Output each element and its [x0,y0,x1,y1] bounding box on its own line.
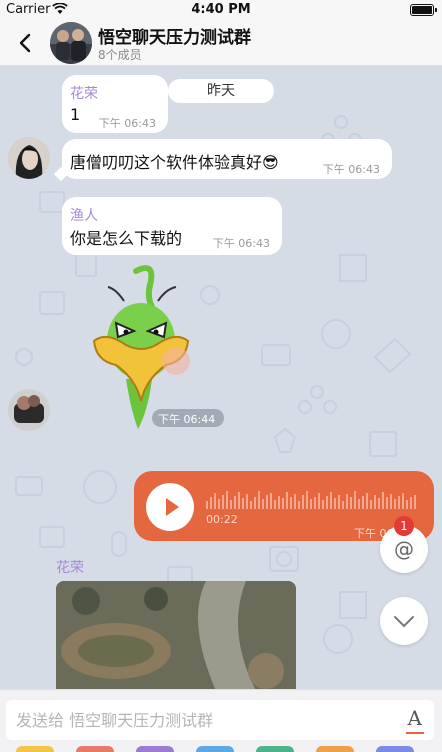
waveform-bar [374,495,376,509]
waveform-bar [394,499,396,509]
mention-count-badge: 1 [394,516,414,536]
message-text: 1 [70,105,81,124]
waveform-bar [386,497,388,509]
waveform-bar [298,501,300,509]
waveform-bar [218,499,220,509]
waveform-bar [378,498,380,509]
message-text: 唐僧叨叨这个软件体验真好😎 [70,153,279,172]
waveform-bar [262,499,264,509]
waveform-bar [326,496,328,509]
waveform-bar [286,492,288,509]
waveform-bar [294,494,296,509]
waveform-bar [242,498,244,509]
sender-name[interactable]: 花荣 [70,83,98,103]
play-icon[interactable] [146,483,194,531]
waveform-bar [238,492,240,509]
message-input[interactable] [6,700,434,740]
waveform-bar [290,497,292,509]
waveform-bar [334,498,336,509]
waveform-bar [230,500,232,509]
chevron-down-icon [394,616,414,628]
member-count: 8个成员 [98,48,142,62]
waveform-bar [322,500,324,509]
message-text: 你是怎么下载的 [70,229,183,248]
waveform-bar [382,492,384,509]
font-style-icon[interactable]: A [405,706,425,734]
waveform-bar [306,491,308,509]
message-bubble[interactable]: 渔人 你是怎么下载的 下午 06:43 [62,197,282,255]
waveform-bar [214,493,216,509]
waveform-bar [338,495,340,509]
waveform-bar [210,497,212,509]
message-time: 下午 06:43 [212,237,270,250]
waveform-bar [342,501,344,509]
waveform-bar [258,491,260,509]
sender-name[interactable]: 花荣 [56,557,84,577]
waveform-bar [362,496,364,509]
battery-icon [410,4,437,16]
waveform-bar [234,496,236,509]
waveform-bar [370,500,372,509]
waveform-bar [250,501,252,509]
toolbar-strip [0,746,442,752]
message-bubble[interactable]: 唐僧叨叨这个软件体验真好😎 下午 06:43 [62,139,392,179]
voice-duration: 00:22 [206,513,238,526]
message-list[interactable]: 花荣 1 下午 06:43 昨天 唐僧叨叨这个软件体验真好😎 下午 06:43 … [0,67,442,689]
chat-header: 悟空聊天压力测试群 8个成员 [0,20,442,66]
chat-title[interactable]: 悟空聊天压力测试群 [98,23,251,48]
avatar[interactable] [8,137,50,179]
group-avatar[interactable] [50,22,92,64]
message-time: 下午 06:43 [98,117,156,130]
aerial-park-photo [56,581,296,689]
sticker-time-pill: 下午 06:44 [152,409,224,427]
waveform-bar [406,500,408,509]
waveform-bar [354,491,356,509]
waveform-bar [402,493,404,509]
message-time: 下午 06:43 [322,163,380,176]
clock: 4:40 PM [191,2,251,17]
waveform-bar [274,500,276,509]
waveform-bar [318,493,320,509]
waveform-icon [206,491,416,509]
waveform-bar [310,499,312,509]
waveform-bar [246,494,248,509]
avatar[interactable] [8,389,50,431]
waveform-bar [282,498,284,509]
waveform-bar [222,495,224,509]
message-time: 下午 06:44 [158,413,216,426]
waveform-bar [206,501,208,509]
chevron-left-icon[interactable] [16,32,36,54]
waveform-bar [302,495,304,509]
waveform-bar [330,492,332,509]
waveform-bar [266,495,268,509]
waveform-bar [254,497,256,509]
waveform-bar [366,493,368,509]
status-bar: Carrier 4:40 PM [0,0,442,20]
message-bubble[interactable]: 花荣 1 下午 06:43 [62,75,168,133]
date-separator: 昨天 [168,79,274,103]
sender-name[interactable]: 渔人 [70,205,98,225]
waveform-bar [314,497,316,509]
waveform-bar [346,494,348,509]
scroll-down-button[interactable] [380,597,428,645]
waveform-bar [398,496,400,509]
waveform-bar [278,496,280,509]
waveform-bar [270,493,272,509]
angry-duck-sticker[interactable] [86,261,196,431]
composer: A [0,689,442,752]
waveform-bar [350,497,352,509]
waveform-bar [414,495,416,509]
waveform-bar [390,494,392,509]
image-message[interactable] [56,581,296,689]
waveform-bar [358,499,360,509]
waveform-bar [410,497,412,509]
waveform-bar [226,491,228,509]
